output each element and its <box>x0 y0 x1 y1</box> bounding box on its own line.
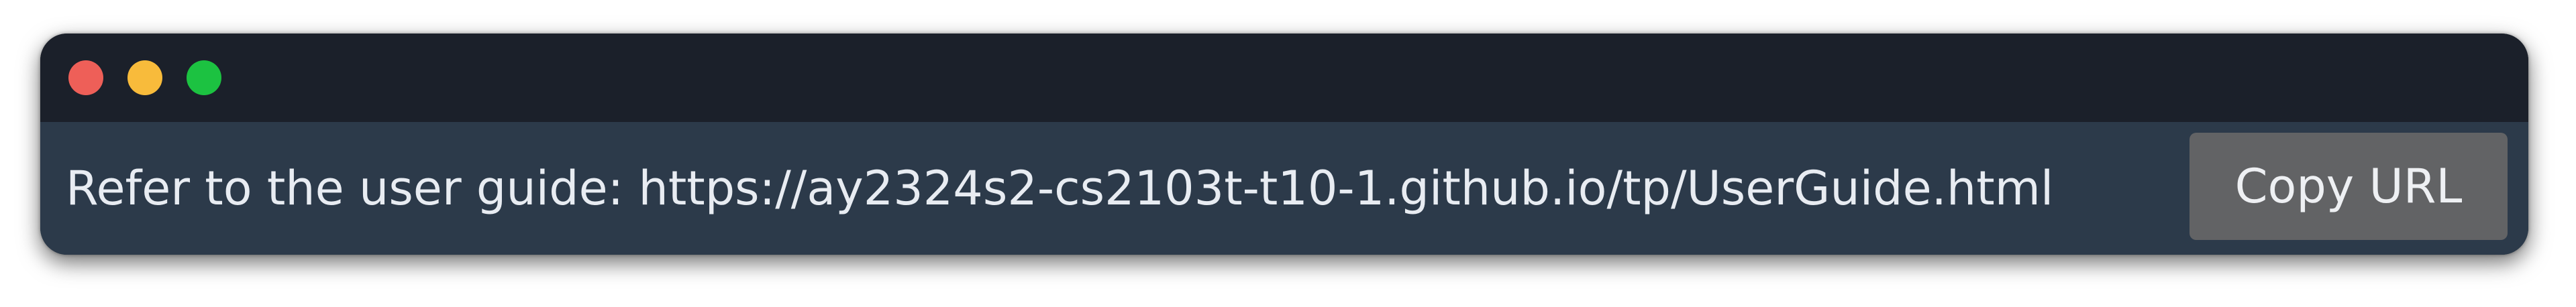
minimize-window-button[interactable] <box>127 60 162 95</box>
help-message: Refer to the user guide: https://ay2324s… <box>66 161 2054 216</box>
copy-url-button[interactable]: Copy URL <box>2189 133 2508 240</box>
close-window-button[interactable] <box>68 60 103 95</box>
help-content: Refer to the user guide: https://ay2324s… <box>40 122 2528 255</box>
maximize-window-button[interactable] <box>187 60 221 95</box>
help-window: Refer to the user guide: https://ay2324s… <box>40 34 2528 255</box>
title-bar[interactable] <box>40 34 2528 122</box>
